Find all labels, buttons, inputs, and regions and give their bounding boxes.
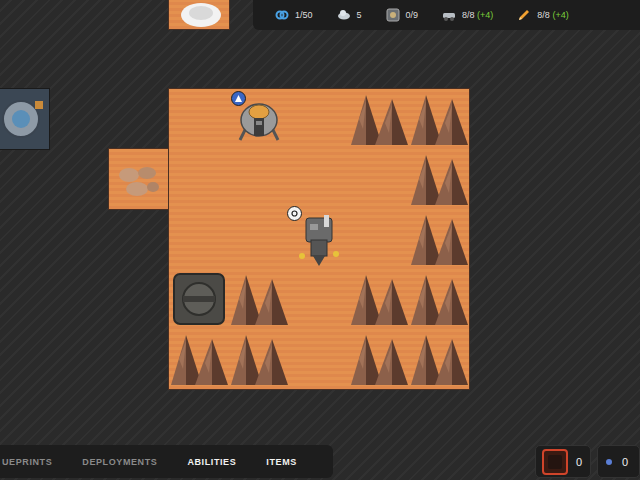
rocks-tile[interactable]	[229, 269, 289, 329]
rocks-tile[interactable]	[349, 329, 409, 389]
rocks-tile[interactable]	[409, 149, 469, 209]
empty-tile	[289, 149, 349, 209]
rocks-icon	[229, 269, 289, 329]
pad-icon	[171, 271, 227, 327]
rocks-icon	[169, 329, 229, 389]
rocks-icon	[349, 89, 409, 149]
counter[interactable]: 0	[535, 445, 591, 478]
machine-icon	[0, 91, 47, 147]
crater-tile[interactable]	[168, 0, 230, 30]
resource-item: 8/8 (+4)	[517, 8, 568, 22]
tab[interactable]: UEPRINTS	[2, 457, 52, 467]
machine-tile[interactable]	[0, 88, 50, 150]
rocks-tile[interactable]	[169, 329, 229, 389]
lander-tile[interactable]	[229, 89, 289, 149]
rover-icon	[442, 8, 456, 22]
game-board	[168, 88, 470, 390]
resource-item: 0/9	[386, 8, 419, 22]
empty-tile	[289, 269, 349, 329]
rocks-tile[interactable]	[409, 269, 469, 329]
resource-item: 1/50	[275, 8, 313, 22]
pencil-icon	[517, 8, 531, 22]
rocks-tile[interactable]	[409, 209, 469, 269]
cloud-icon	[337, 8, 351, 22]
empty-tile	[289, 89, 349, 149]
counter[interactable]: 0	[597, 445, 640, 478]
rocks-icon	[229, 329, 289, 389]
orb-icon	[604, 457, 614, 467]
rocks-icon	[349, 269, 409, 329]
rocks-tile[interactable]	[229, 329, 289, 389]
resource-item: 8/8 (+4)	[442, 8, 493, 22]
empty-tile	[229, 209, 289, 269]
empty-tile	[349, 209, 409, 269]
tab-bar: UEPRINTS DEPLOYMENTS ABILITIES ITEMS	[0, 445, 333, 478]
rubble-tile[interactable]	[108, 148, 170, 210]
rocks-icon	[409, 209, 469, 269]
rocks-tile[interactable]	[409, 329, 469, 389]
rocks-icon	[409, 149, 469, 209]
rocks-tile[interactable]	[349, 269, 409, 329]
rocks-tile[interactable]	[349, 89, 409, 149]
drill-tile[interactable]	[289, 209, 349, 269]
core-icon	[542, 449, 568, 475]
rocks-icon	[409, 329, 469, 389]
crater-icon	[171, 0, 227, 27]
rocks-icon	[349, 329, 409, 389]
empty-tile	[349, 149, 409, 209]
rocks-icon	[409, 89, 469, 149]
tab[interactable]: ITEMS	[266, 457, 297, 467]
empty-tile	[169, 89, 229, 149]
resource-bar: 1/50 5 0/9 8/8 (+4) 8/8 (+4)	[253, 0, 640, 30]
tab[interactable]: ABILITIES	[187, 457, 236, 467]
counter-row: 00	[535, 445, 640, 478]
game-screen: 1/50 5 0/9 8/8 (+4) 8/8 (+4) UEPRINTS DEPLOYME…	[0, 0, 640, 480]
pad-tile[interactable]	[169, 269, 229, 329]
link-icon	[275, 8, 289, 22]
empty-tile	[169, 209, 229, 269]
rocks-tile[interactable]	[409, 89, 469, 149]
rubble-icon	[111, 151, 167, 207]
empty-tile	[229, 149, 289, 209]
rocks-icon	[409, 269, 469, 329]
crate-icon	[386, 8, 400, 22]
tab[interactable]: DEPLOYMENTS	[82, 457, 157, 467]
resource-item: 5	[337, 8, 362, 22]
empty-tile	[289, 329, 349, 389]
empty-tile	[169, 149, 229, 209]
unit-badge-icon[interactable]	[231, 91, 246, 106]
status-badge-icon[interactable]	[287, 206, 302, 221]
